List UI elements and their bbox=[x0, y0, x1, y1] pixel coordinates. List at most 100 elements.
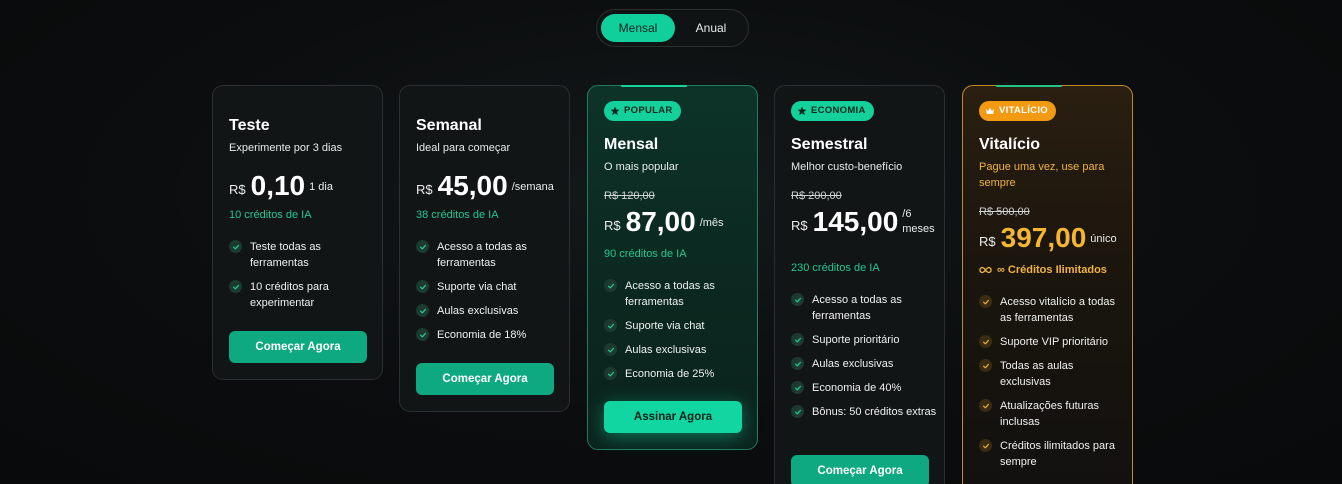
plan-subtitle: Ideal para começar bbox=[416, 142, 511, 154]
plan-card-semanal: Semanal Ideal para começar R$ 45,00 /sem… bbox=[399, 85, 570, 412]
check-icon bbox=[791, 381, 804, 394]
feature-item: Aulas exclusivas bbox=[416, 303, 562, 319]
subscribe-now-button[interactable]: Assinar Agora bbox=[604, 401, 742, 433]
feature-item: Aulas exclusivas bbox=[604, 342, 750, 358]
start-now-button[interactable]: Começar Agora bbox=[791, 455, 929, 484]
billing-toggle: Mensal Anual bbox=[596, 9, 749, 47]
plan-subtitle: Melhor custo-benefício bbox=[791, 161, 903, 173]
card-highlight bbox=[996, 85, 1062, 87]
feature-item: Economia de 40% bbox=[791, 380, 937, 396]
feature-text: Economia de 18% bbox=[437, 329, 527, 341]
credits-text: ∞ Créditos Ilimitados bbox=[997, 264, 1107, 276]
star-icon bbox=[797, 106, 807, 115]
plan-card-mensal: POPULAR Mensal O mais popular R$ 120,00 … bbox=[587, 85, 758, 450]
plan-price: R$ 0,10 1 dia bbox=[229, 171, 333, 201]
card-highlight bbox=[621, 85, 687, 87]
feature-text: Acesso a todas as ferramentas bbox=[812, 294, 902, 322]
feature-item: Aulas exclusivas bbox=[791, 356, 937, 372]
check-icon bbox=[791, 333, 804, 346]
check-icon bbox=[416, 304, 429, 317]
plan-price: R$ 397,00 único bbox=[979, 223, 1117, 253]
crown-icon bbox=[986, 107, 994, 114]
plan-price: R$ 145,00 /6 meses bbox=[791, 207, 938, 237]
feature-item: Suporte via chat bbox=[604, 318, 750, 334]
plan-subtitle: Experimente por 3 dias bbox=[229, 142, 343, 154]
feature-text: Créditos ilimitados para sempre bbox=[1000, 440, 1115, 468]
feature-item: Economia de 18% bbox=[416, 327, 562, 343]
check-icon bbox=[416, 328, 429, 341]
check-icon bbox=[979, 439, 992, 452]
plan-card-teste: Teste Experimente por 3 dias R$ 0,10 1 d… bbox=[212, 85, 383, 380]
check-icon bbox=[791, 293, 804, 306]
feature-item: Suporte VIP prioritário bbox=[979, 334, 1125, 350]
feature-text: Acesso a todas as ferramentas bbox=[625, 280, 715, 308]
check-icon bbox=[979, 295, 992, 308]
feature-item: Acesso a todas as ferramentas bbox=[604, 278, 750, 310]
price-currency: R$ bbox=[791, 218, 808, 233]
plan-credits: ∞ Créditos Ilimitados bbox=[979, 264, 1107, 276]
old-price: R$ 120,00 bbox=[604, 190, 655, 202]
popular-badge: POPULAR bbox=[604, 101, 681, 121]
plan-price: R$ 87,00 /mês bbox=[604, 207, 724, 237]
check-icon bbox=[229, 240, 242, 253]
badge-label: POPULAR bbox=[624, 105, 673, 116]
feature-text: Acesso vitalício a todas as ferramentas bbox=[1000, 296, 1115, 324]
feature-text: Suporte prioritário bbox=[812, 334, 900, 346]
plan-subtitle: Pague uma vez, use para sempre bbox=[979, 161, 1105, 189]
price-currency: R$ bbox=[979, 234, 996, 249]
plan-card-vitalicio: VITALÍCIO Vitalício Pague uma vez, use p… bbox=[962, 85, 1133, 484]
price-amount: 145,00 bbox=[812, 206, 899, 237]
plan-name: Vitalício bbox=[979, 136, 1041, 153]
check-icon bbox=[604, 319, 617, 332]
check-icon bbox=[604, 279, 617, 292]
feature-item: 10 créditos para experimentar bbox=[229, 279, 375, 311]
price-amount: 87,00 bbox=[625, 206, 696, 237]
plan-name: Semanal bbox=[416, 117, 482, 134]
check-icon bbox=[979, 359, 992, 372]
feature-text: Aulas exclusivas bbox=[812, 358, 894, 370]
check-icon bbox=[604, 367, 617, 380]
infinity-icon bbox=[979, 266, 992, 274]
toggle-monthly[interactable]: Mensal bbox=[601, 14, 675, 42]
feature-text: Teste todas as ferramentas bbox=[250, 241, 321, 269]
lifetime-badge: VITALÍCIO bbox=[979, 101, 1056, 121]
feature-item: Suporte prioritário bbox=[791, 332, 937, 348]
old-price: R$ 500,00 bbox=[979, 206, 1030, 218]
plan-price: R$ 45,00 /semana bbox=[416, 171, 554, 201]
plan-name: Semestral bbox=[791, 136, 868, 153]
feature-item: Economia de 25% bbox=[604, 366, 750, 382]
feature-item: Teste todas as ferramentas bbox=[229, 239, 375, 271]
plan-name: Teste bbox=[229, 117, 270, 134]
feature-item: Acesso a todas as ferramentas bbox=[416, 239, 562, 271]
feature-text: Suporte VIP prioritário bbox=[1000, 336, 1109, 348]
start-now-button[interactable]: Começar Agora bbox=[229, 331, 367, 363]
price-amount: 0,10 bbox=[250, 170, 306, 201]
check-icon bbox=[229, 280, 242, 293]
toggle-annual[interactable]: Anual bbox=[675, 14, 747, 42]
feature-text: Bônus: 50 créditos extras bbox=[812, 406, 937, 418]
check-icon bbox=[791, 357, 804, 370]
feature-item: Atualizações futuras inclusas bbox=[979, 398, 1125, 430]
plan-credits: 10 créditos de IA bbox=[229, 209, 312, 221]
feature-text: Economia de 25% bbox=[625, 368, 715, 380]
price-period: /mês bbox=[699, 217, 724, 229]
feature-text: Economia de 40% bbox=[812, 382, 902, 394]
plan-credits: 230 créditos de IA bbox=[791, 262, 880, 274]
feature-item: Créditos ilimitados para sempre bbox=[979, 438, 1125, 470]
feature-text: Suporte via chat bbox=[437, 281, 517, 293]
feature-item: Suporte via chat bbox=[416, 279, 562, 295]
price-currency: R$ bbox=[604, 218, 621, 233]
price-period: /semana bbox=[511, 181, 554, 193]
price-amount: 397,00 bbox=[1000, 222, 1087, 253]
badge-label: VITALÍCIO bbox=[999, 105, 1048, 116]
price-amount: 45,00 bbox=[437, 170, 508, 201]
check-icon bbox=[791, 405, 804, 418]
plan-subtitle: O mais popular bbox=[604, 161, 679, 173]
feature-item: Acesso a todas as ferramentas bbox=[791, 292, 937, 324]
feature-item: Todas as aulas exclusivas bbox=[979, 358, 1125, 390]
feature-text: Atualizações futuras inclusas bbox=[1000, 400, 1100, 428]
plan-credits: 38 créditos de IA bbox=[416, 209, 499, 221]
start-now-button[interactable]: Começar Agora bbox=[416, 363, 554, 395]
feature-item: Acesso vitalício a todas as ferramentas bbox=[979, 294, 1125, 326]
feature-text: Todas as aulas exclusivas bbox=[1000, 360, 1074, 388]
